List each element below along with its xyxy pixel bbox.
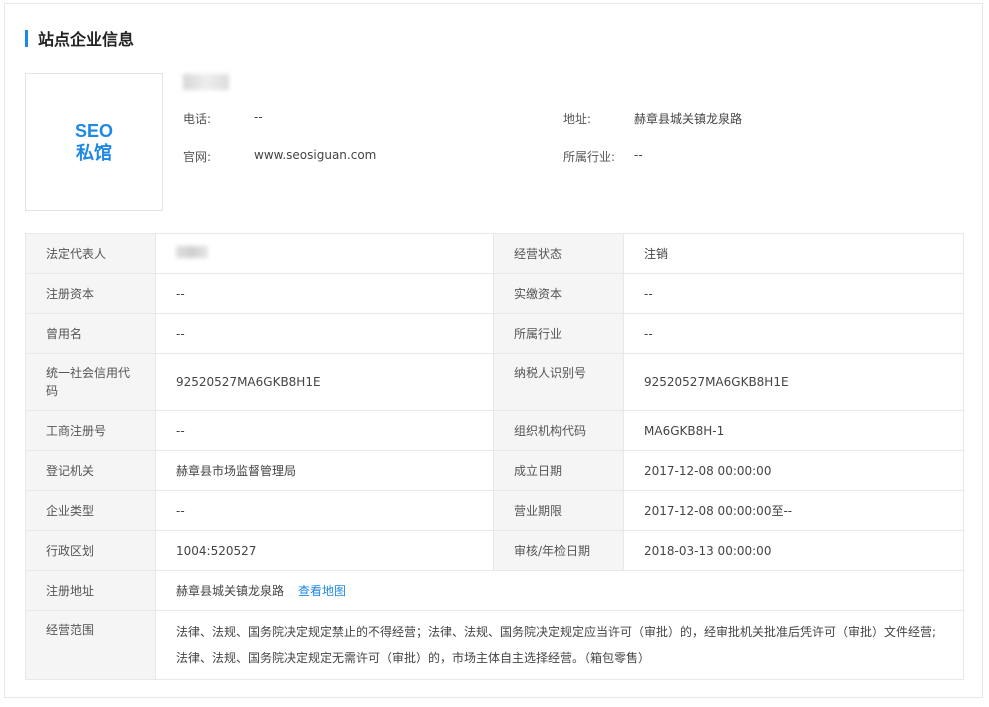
authority-value: 赫章县市场监督管理局: [155, 450, 494, 491]
table-row: 行政区划 1004:520527 审核/年检日期 2018-03-13 00:0…: [25, 530, 964, 571]
legal-rep-value: [155, 233, 494, 274]
reg-address-label: 注册地址: [25, 570, 156, 611]
table-row: 工商注册号 -- 组织机构代码 MA6GKB8H-1: [25, 410, 964, 451]
table-row: 登记机关 赫章县市场监督管理局 成立日期 2017-12-08 00:00:00: [25, 450, 964, 491]
table-row: 经营范围 法律、法规、国务院决定规定禁止的不得经营；法律、法规、国务院决定规定应…: [25, 610, 964, 680]
phone-label: 电话:: [183, 112, 212, 126]
org-code-value: MA6GKB8H-1: [623, 410, 964, 451]
reg-address-value: 赫章县城关镇龙泉路: [176, 584, 285, 598]
authority-label: 登记机关: [25, 450, 156, 491]
status-value: 注销: [623, 233, 964, 274]
region-label: 行政区划: [25, 530, 156, 571]
phone-value: --: [254, 110, 263, 124]
industry-row: 所属行业: --: [563, 148, 643, 165]
org-code-label: 组织机构代码: [493, 410, 624, 451]
industry-table-value: --: [623, 313, 964, 354]
logo-text-line1: SEO: [74, 121, 113, 141]
address-value: 赫章县城关镇龙泉路: [634, 112, 743, 126]
reg-capital-value: --: [155, 273, 494, 314]
status-label: 经营状态: [493, 233, 624, 274]
scope-label: 经营范围: [25, 610, 156, 680]
table-row: 法定代表人 经营状态 注销: [25, 233, 964, 274]
scope-value: 法律、法规、国务院决定规定禁止的不得经营；法律、法规、国务院决定规定应当许可（审…: [155, 610, 964, 680]
former-name-value: --: [155, 313, 494, 354]
taxpayer-id-label: 纳税人识别号: [493, 353, 624, 411]
established-label: 成立日期: [493, 450, 624, 491]
table-row: 统一社会信用代码 92520527MA6GKB8H1E 纳税人识别号 92520…: [25, 353, 964, 411]
legal-rep-redacted: [176, 246, 208, 258]
industry-label: 所属行业:: [563, 150, 616, 164]
region-value: 1004:520527: [155, 530, 494, 571]
section-header: 站点企业信息: [25, 28, 135, 49]
ent-type-label: 企业类型: [25, 490, 156, 531]
address-row: 地址: 赫章县城关镇龙泉路: [563, 110, 742, 127]
website-row: 官网: www.seosiguan.com: [183, 148, 376, 165]
phone-row: 电话: --: [183, 110, 263, 127]
view-map-link[interactable]: 查看地图: [298, 584, 346, 598]
biz-reg-no-label: 工商注册号: [25, 410, 156, 451]
audit-date-label: 审核/年检日期: [493, 530, 624, 571]
industry-value: --: [634, 148, 643, 162]
website-value[interactable]: www.seosiguan.com: [254, 148, 376, 162]
audit-date-value: 2018-03-13 00:00:00: [623, 530, 964, 571]
biz-reg-no-value: --: [155, 410, 494, 451]
credit-code-value: 92520527MA6GKB8H1E: [155, 353, 494, 411]
ent-type-value: --: [155, 490, 494, 531]
table-row: 注册资本 -- 实缴资本 --: [25, 273, 964, 314]
biz-term-value: 2017-12-08 00:00:00至--: [623, 490, 964, 531]
company-name-redacted: [183, 74, 229, 90]
logo-text-line2: 私馆: [76, 143, 112, 163]
table-row: 曾用名 -- 所属行业 --: [25, 313, 964, 354]
industry-table-label: 所属行业: [493, 313, 624, 354]
taxpayer-id-value: 92520527MA6GKB8H1E: [623, 353, 964, 411]
paid-capital-value: --: [623, 273, 964, 314]
legal-rep-label: 法定代表人: [25, 233, 156, 274]
reg-address-cell: 赫章县城关镇龙泉路 查看地图: [155, 570, 964, 611]
reg-capital-label: 注册资本: [25, 273, 156, 314]
section-accent-bar: [25, 29, 28, 47]
website-label: 官网:: [183, 150, 212, 164]
table-row: 企业类型 -- 营业期限 2017-12-08 00:00:00至--: [25, 490, 964, 531]
company-detail-table: 法定代表人 经营状态 注销 注册资本 -- 实缴资本 -- 曾用名 -- 所属行…: [25, 233, 964, 680]
table-row: 注册地址 赫章县城关镇龙泉路 查看地图: [25, 570, 964, 611]
company-logo: SEO 私馆: [25, 73, 163, 211]
credit-code-label: 统一社会信用代码: [25, 353, 156, 411]
address-label: 地址:: [563, 112, 592, 126]
established-value: 2017-12-08 00:00:00: [623, 450, 964, 491]
company-info-panel: 站点企业信息 SEO 私馆 电话: -- 官网: www.seosiguan.c…: [4, 3, 983, 698]
section-title: 站点企业信息: [38, 30, 135, 49]
former-name-label: 曾用名: [25, 313, 156, 354]
paid-capital-label: 实缴资本: [493, 273, 624, 314]
biz-term-label: 营业期限: [493, 490, 624, 531]
